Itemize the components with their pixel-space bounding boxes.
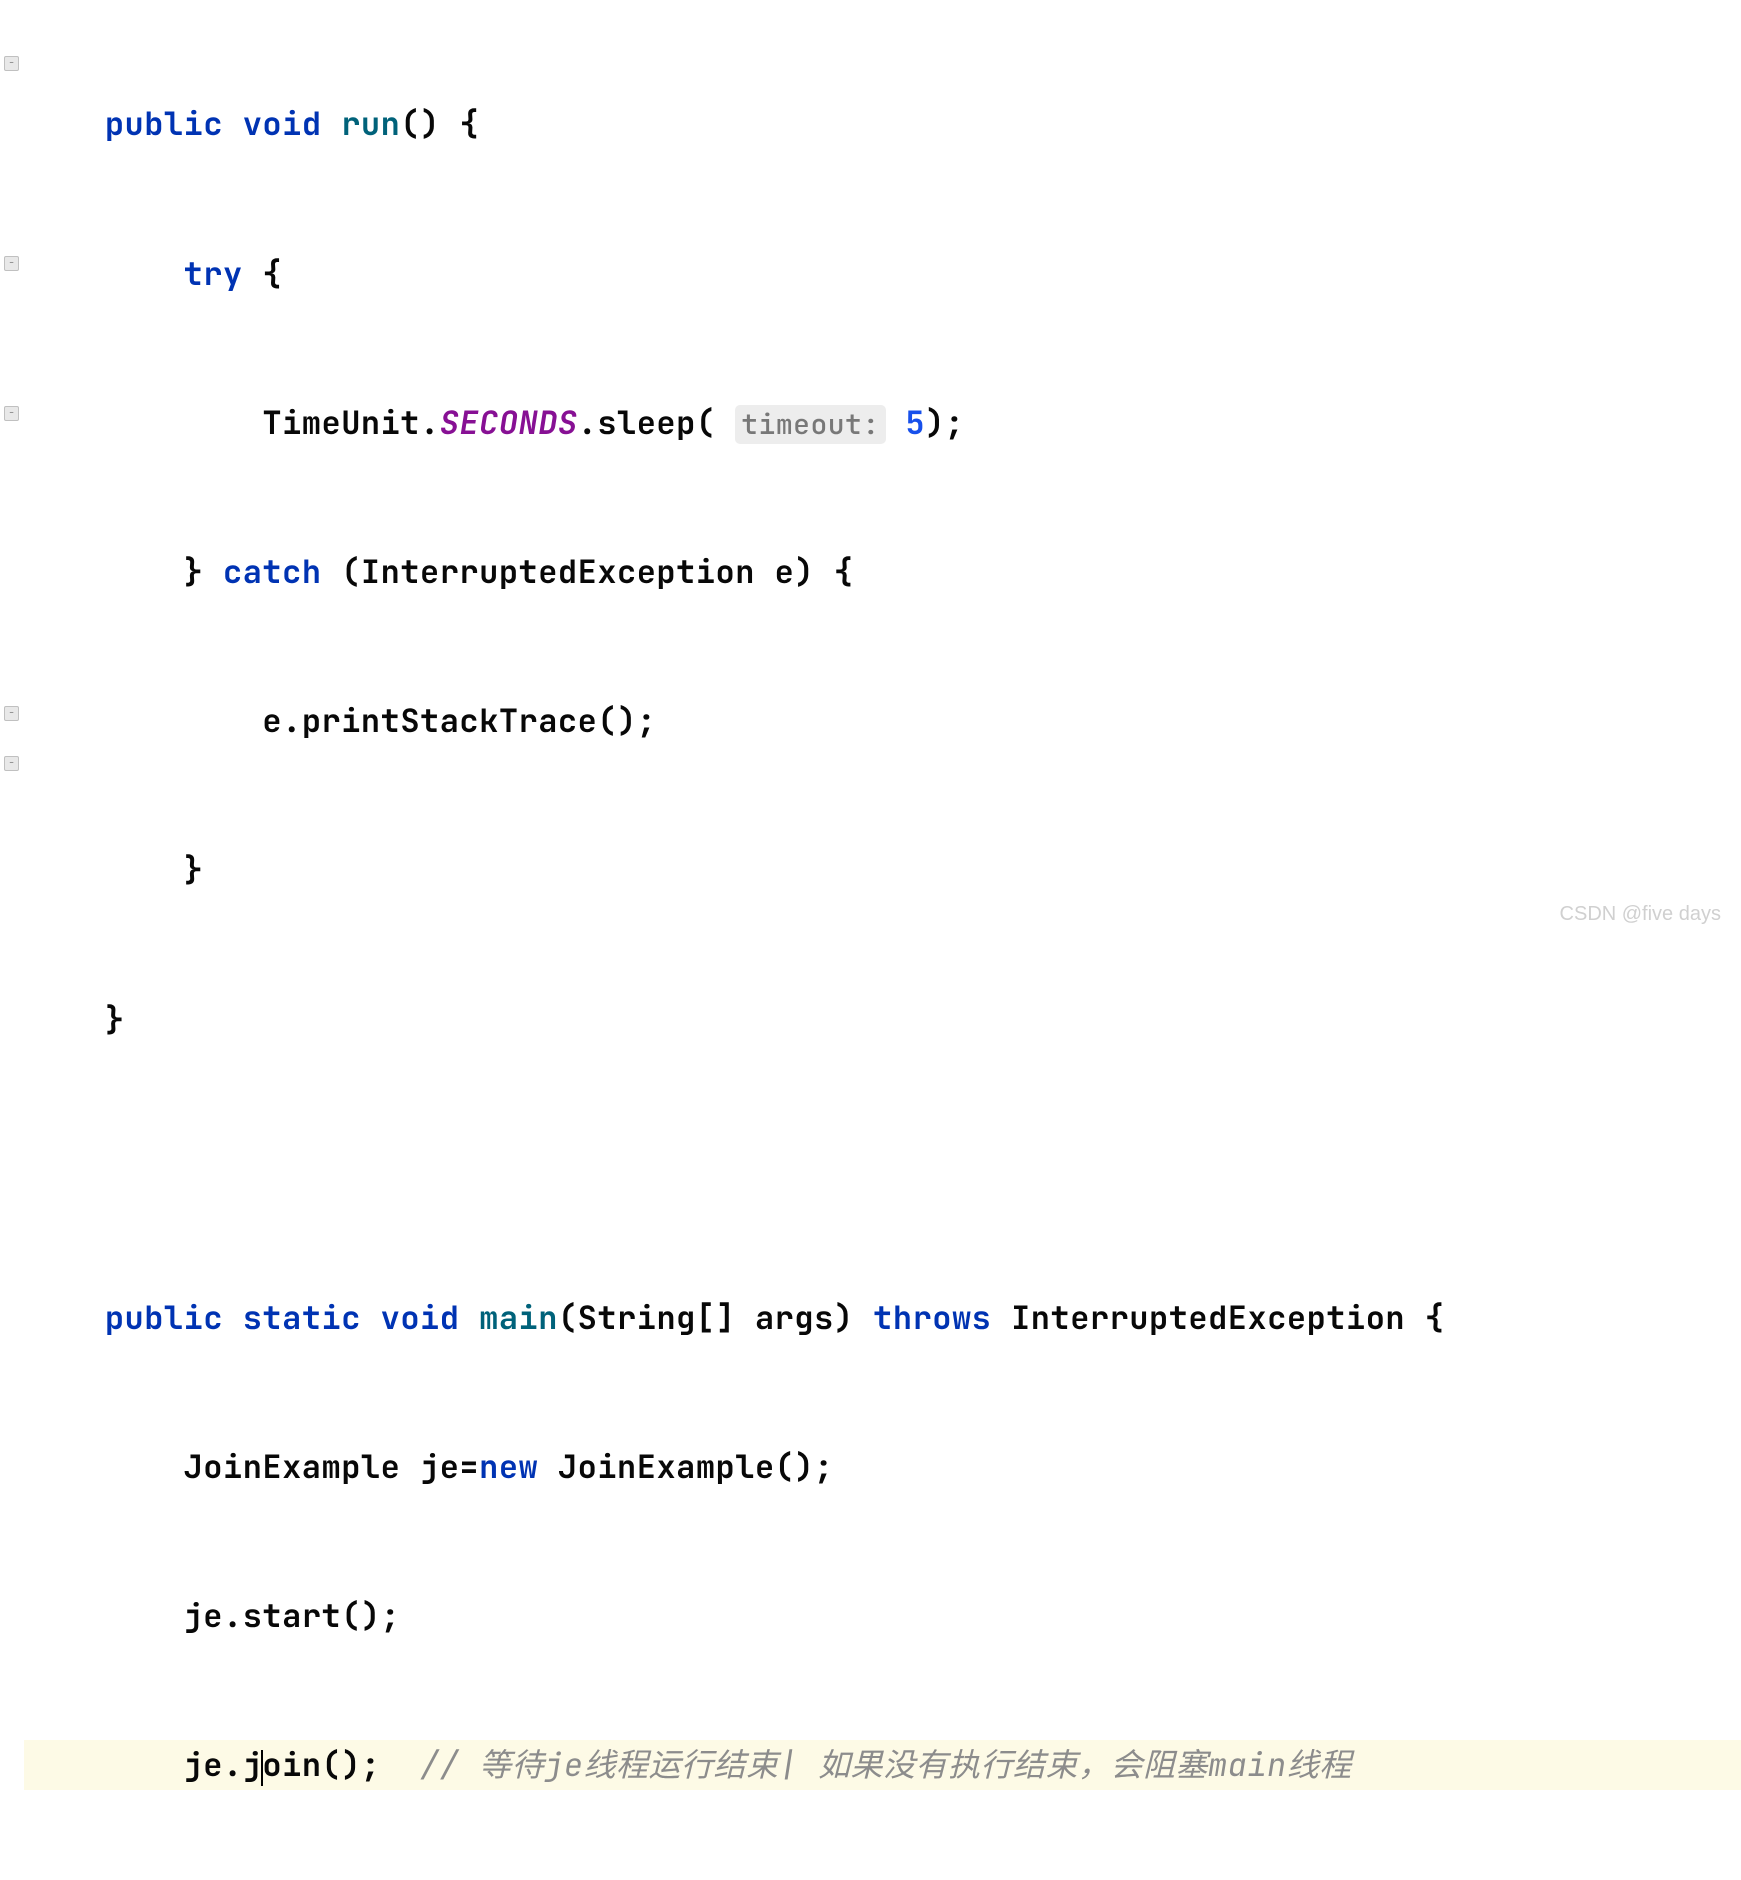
type-interruptedexception: InterruptedException — [361, 550, 755, 593]
indent — [26, 699, 262, 742]
constructor-joinexample: JoinExample — [558, 1445, 775, 1488]
indent — [26, 252, 184, 295]
method-name-main: main — [459, 1296, 558, 1339]
space — [886, 401, 906, 444]
param-type-string-array: String[] — [578, 1296, 736, 1339]
code-editor[interactable]: −−−−− public void run() { try { TimeUnit… — [0, 0, 1741, 940]
open-paren: ( — [558, 1296, 578, 1339]
comment-inline: // 等待je线程运行结束| 如果没有执行结束，会阻塞main线程 — [420, 1743, 1352, 1786]
watermark: CSDN @five days — [1560, 899, 1721, 930]
brace: { — [243, 252, 282, 295]
type-interruptedexception: InterruptedException — [1011, 1296, 1405, 1339]
close-paren: ) — [834, 1296, 854, 1339]
keyword-new: new — [479, 1445, 558, 1488]
var-je: je — [400, 1445, 459, 1488]
indent — [26, 998, 105, 1041]
indent — [26, 1594, 184, 1637]
indent — [26, 1743, 184, 1786]
keyword-public: public — [105, 1296, 223, 1339]
parentheses: (); — [775, 1445, 834, 1488]
var-e: e — [755, 550, 794, 593]
indent — [26, 848, 184, 891]
keyword-catch: catch — [203, 550, 341, 593]
keyword-void: void — [243, 102, 322, 145]
close-paren: ) — [794, 550, 814, 593]
param-hint-timeout: timeout: — [735, 405, 885, 444]
brace: { — [440, 102, 479, 145]
dot: . — [282, 699, 302, 742]
indent — [26, 102, 105, 145]
equals: = — [459, 1445, 479, 1488]
code-line: TimeUnit.SECONDS.sleep( timeout: 5); — [24, 398, 1741, 448]
code-area[interactable]: public void run() { try { TimeUnit.SECON… — [24, 0, 1741, 940]
parentheses: (); — [597, 699, 656, 742]
keyword-try: try — [184, 252, 243, 295]
keyword-public: public — [105, 102, 223, 145]
indent — [26, 401, 262, 444]
open-paren: ( — [696, 401, 735, 444]
gutter: − − − − − — [0, 0, 24, 940]
method-name-run: run — [341, 102, 400, 145]
brace: } — [184, 550, 204, 593]
code-line: je.start(); — [24, 1591, 1741, 1641]
code-line: public void run() { — [24, 99, 1741, 149]
code-line-blank — [24, 1144, 1741, 1194]
method-join-part2: oin — [262, 1743, 321, 1786]
code-line: } — [24, 845, 1741, 895]
code-line: } — [24, 994, 1741, 1044]
code-line: JoinExample je=new JoinExample(); — [24, 1442, 1741, 1492]
fold-marker-icon[interactable]: − — [4, 256, 19, 271]
fold-marker-icon[interactable]: − — [4, 706, 19, 721]
code-line: public static void main(String[] args) t… — [24, 1293, 1741, 1343]
parentheses: (); — [322, 1743, 381, 1786]
open-paren: ( — [341, 550, 361, 593]
method-join-part1: j — [243, 1743, 263, 1786]
parentheses: () — [400, 102, 439, 145]
number-literal: 5 — [905, 401, 925, 444]
indent — [26, 1445, 184, 1488]
brace: { — [1405, 1296, 1444, 1339]
indent — [26, 1296, 105, 1339]
parentheses: (); — [341, 1594, 400, 1637]
close-paren: ); — [925, 401, 964, 444]
fold-marker-icon[interactable]: − — [4, 56, 19, 71]
code-line-active: je.join(); // 等待je线程运行结束| 如果没有执行结束，会阻塞ma… — [24, 1740, 1741, 1790]
dot: . — [578, 401, 598, 444]
dot: . — [223, 1743, 243, 1786]
space — [381, 1743, 420, 1786]
code-line: e.printStackTrace(); — [24, 696, 1741, 746]
keyword-static: static — [223, 1296, 381, 1339]
var-e: e — [262, 699, 282, 742]
indent — [26, 550, 184, 593]
enum-seconds: SECONDS — [440, 401, 578, 444]
keyword-void: void — [381, 1296, 460, 1339]
brace: } — [105, 998, 125, 1041]
param-name-args: args — [735, 1296, 834, 1339]
fold-marker-icon[interactable]: − — [4, 406, 19, 421]
fold-marker-icon[interactable]: − — [4, 756, 19, 771]
class-timeunit: TimeUnit — [262, 401, 420, 444]
code-line: } catch (InterruptedException e) { — [24, 547, 1741, 597]
method-printstacktrace: printStackTrace — [302, 699, 598, 742]
method-start: start — [243, 1594, 342, 1637]
dot: . — [223, 1594, 243, 1637]
dot: . — [420, 401, 440, 444]
var-je: je — [184, 1594, 223, 1637]
brace: } — [184, 848, 204, 891]
brace: { — [814, 550, 853, 593]
type-joinexample: JoinExample — [184, 1445, 401, 1488]
code-line: try { — [24, 248, 1741, 298]
method-sleep: sleep — [597, 401, 696, 444]
keyword-throws: throws — [853, 1296, 1011, 1339]
var-je: je — [184, 1743, 223, 1786]
